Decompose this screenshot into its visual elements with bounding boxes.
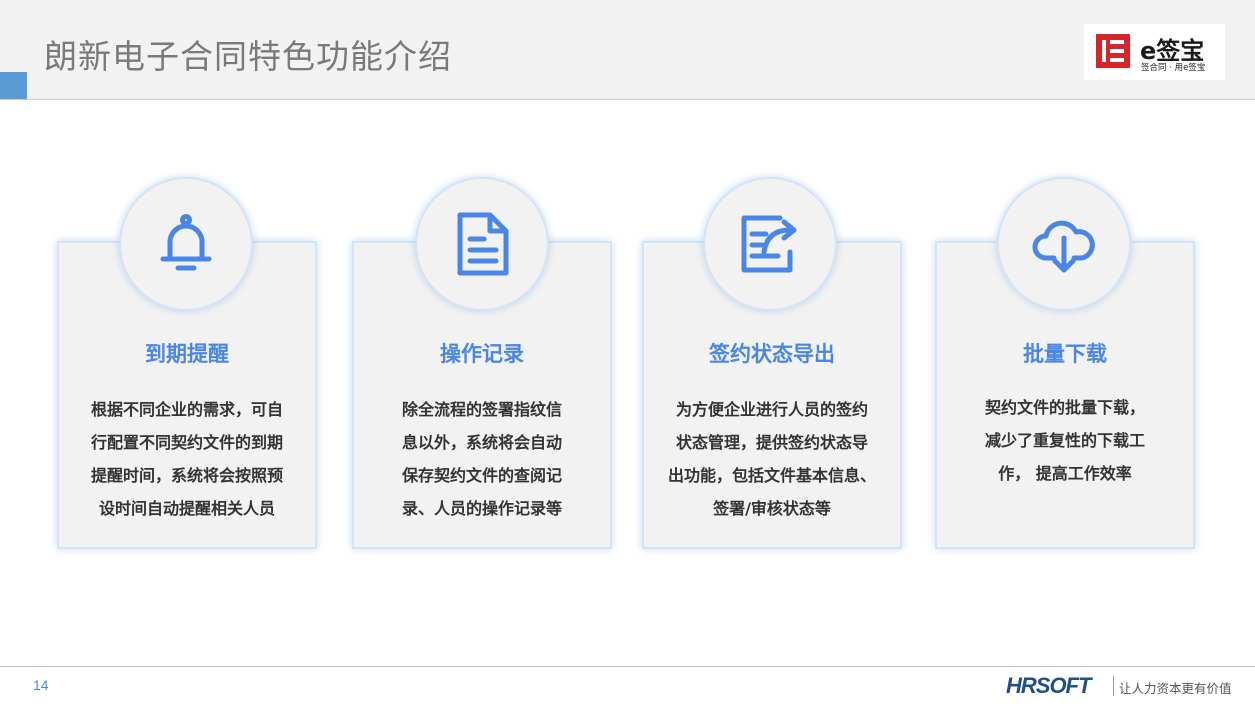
- header-accent-square: [0, 72, 27, 99]
- description-line: 息以外，系统将会自动: [401, 433, 562, 452]
- description-line: 除全流程的签署指纹信: [401, 400, 562, 419]
- page-number: 14: [33, 677, 49, 693]
- footer-separator: [1113, 676, 1114, 696]
- description-line: 行配置不同契约文件的到期: [90, 433, 283, 452]
- feature-card-description: 除全流程的签署指纹信 息以外，系统将会自动 保存契约文件的查阅记 录、人员的操作…: [364, 393, 600, 525]
- description-line: 提醒时间，系统将会按照预: [90, 466, 283, 485]
- footer-divider: [0, 666, 1255, 667]
- esign-logo-slogan: 签合同 · 用e签宝: [1141, 63, 1206, 73]
- footer-slogan: 让人力资本更有价值: [1119, 681, 1232, 696]
- description-line: 减少了重复性的下载工: [984, 431, 1145, 450]
- description-line: 录、人员的操作记录等: [401, 499, 562, 518]
- description-line: 设时间自动提醒相关人员: [98, 499, 275, 518]
- export-icon: [703, 177, 837, 311]
- hrsoft-logo: HRSOFT: [1006, 673, 1091, 698]
- description-line: 为方便企业进行人员的签约: [675, 400, 868, 419]
- description-line: 根据不同企业的需求，可自: [90, 400, 283, 419]
- feature-card-title: 签约状态导出: [709, 342, 835, 366]
- feature-card-description: 为方便企业进行人员的签约 状态管理，提供签约状态导 出功能，包括文件基本信息、 …: [654, 393, 890, 525]
- page-title: 朗新电子合同特色功能介绍: [44, 37, 452, 76]
- esign-logo: e签宝 签合同 · 用e签宝: [1084, 24, 1225, 80]
- description-line: 出功能，包括文件基本信息、: [667, 466, 876, 485]
- description-line: 保存契约文件的查阅记: [401, 466, 562, 485]
- feature-card-title: 批量下载: [1023, 342, 1107, 366]
- document-icon: [415, 177, 549, 311]
- feature-card-description: 根据不同企业的需求，可自 行配置不同契约文件的到期 提醒时间，系统将会按照预 设…: [69, 393, 305, 525]
- esign-logo-mark-icon: [1096, 34, 1130, 68]
- description-line: 状态管理，提供签约状态导: [675, 433, 868, 452]
- feature-card-description: 契约文件的批量下载， 减少了重复性的下载工 作， 提高工作效率: [947, 391, 1183, 490]
- description-line: 契约文件的批量下载，: [984, 398, 1145, 417]
- bell-icon: [119, 177, 253, 311]
- feature-card-title: 操作记录: [440, 342, 524, 366]
- cloud-download-icon: [997, 177, 1131, 311]
- description-line: 签署/审核状态等: [713, 499, 831, 518]
- description-line: 作， 提高工作效率: [998, 464, 1132, 483]
- feature-card-title: 到期提醒: [145, 342, 229, 366]
